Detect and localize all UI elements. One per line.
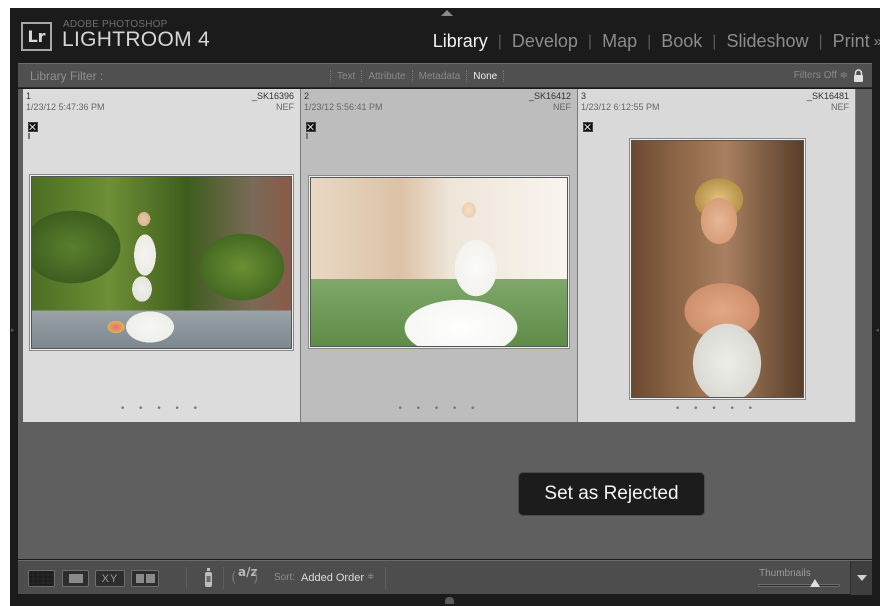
toolbar-divider bbox=[385, 567, 386, 589]
painter-spray-can-icon[interactable] bbox=[204, 568, 213, 588]
module-map[interactable]: Map bbox=[592, 31, 647, 52]
library-toolbar: XY ( a/z ) Sort: Added Order ≑ Thumbnail… bbox=[18, 560, 872, 595]
filter-tab-none[interactable]: None bbox=[467, 71, 503, 82]
capture-time: 1/23/12 5:47:36 PM bbox=[26, 102, 105, 112]
toolbar-options-chevron-icon[interactable] bbox=[850, 561, 872, 595]
module-print[interactable]: Print bbox=[823, 31, 880, 52]
file-name: _SK16412 bbox=[528, 91, 571, 101]
set-as-rejected-overlay: Set as Rejected bbox=[518, 472, 705, 516]
sort-order-dropdown[interactable]: Added Order bbox=[301, 572, 364, 584]
filmstrip-collapse-icon[interactable] bbox=[445, 597, 454, 604]
reject-flag-icon[interactable] bbox=[583, 122, 593, 132]
file-type: NEF bbox=[831, 102, 849, 112]
file-name: _SK16481 bbox=[806, 91, 849, 101]
rating-dots[interactable]: • • • • • bbox=[23, 404, 300, 414]
right-panel-expand-icon[interactable]: ◂ bbox=[875, 326, 879, 334]
reject-flag-icon[interactable] bbox=[28, 122, 38, 132]
filter-separator bbox=[503, 70, 505, 82]
sort-direction-bracket: ) bbox=[253, 570, 259, 586]
flag-marker-icon bbox=[28, 133, 30, 139]
photo-thumbnail[interactable] bbox=[310, 177, 568, 347]
thumbnail-size-slider[interactable] bbox=[758, 579, 840, 587]
rating-dots[interactable]: • • • • • bbox=[301, 404, 577, 414]
module-slideshow[interactable]: Slideshow bbox=[716, 31, 818, 52]
filter-presets-dropdown[interactable]: Filters Off ≑ bbox=[794, 70, 848, 81]
thumbnail-grid: 1 1/23/12 5:47:36 PM _SK16396 NEF • • • … bbox=[18, 89, 872, 559]
filter-tab-metadata[interactable]: Metadata bbox=[413, 71, 467, 82]
rating-dots[interactable]: • • • • • bbox=[578, 404, 855, 414]
lock-icon[interactable] bbox=[853, 69, 864, 82]
grid-view-button[interactable] bbox=[28, 570, 55, 587]
file-type: NEF bbox=[276, 102, 294, 112]
thumbnail-cell[interactable]: 3 1/23/12 6:12:55 PM _SK16481 NEF • • • … bbox=[578, 89, 856, 422]
sort-direction-icon[interactable]: a/z bbox=[238, 566, 257, 578]
cell-index: 1 bbox=[26, 91, 32, 101]
library-filter-bar: Library Filter : Text Attribute Metadata… bbox=[18, 63, 872, 88]
module-picker: Library | Develop | Map | Book | Slidesh… bbox=[423, 31, 880, 52]
toolbar-divider bbox=[186, 567, 187, 589]
lightroom-window: Lr ADOBE PHOTOSHOP LIGHTROOM 4 Library |… bbox=[10, 8, 880, 606]
cell-index: 3 bbox=[581, 91, 587, 101]
capture-time: 1/23/12 5:56:41 PM bbox=[304, 102, 383, 112]
sort-direction-bracket: ( bbox=[231, 570, 237, 586]
module-develop[interactable]: Develop bbox=[502, 31, 588, 52]
slider-handle[interactable] bbox=[810, 579, 820, 587]
file-name: _SK16396 bbox=[251, 91, 294, 101]
dropdown-arrows-icon[interactable]: ≑ bbox=[367, 572, 375, 582]
flag-marker-icon bbox=[306, 133, 308, 139]
left-panel-expand-icon[interactable]: ▸ bbox=[11, 326, 15, 334]
loupe-view-button[interactable] bbox=[62, 570, 89, 587]
module-library[interactable]: Library bbox=[423, 31, 498, 52]
survey-view-button[interactable] bbox=[131, 570, 159, 587]
filter-tab-text[interactable]: Text bbox=[331, 71, 361, 82]
photo-thumbnail[interactable] bbox=[31, 176, 292, 349]
thumbnail-cell[interactable]: 1 1/23/12 5:47:36 PM _SK16396 NEF • • • … bbox=[23, 89, 301, 422]
reject-flag-icon[interactable] bbox=[306, 122, 316, 132]
more-modules-icon[interactable]: » bbox=[874, 33, 880, 50]
cell-index: 2 bbox=[304, 91, 310, 101]
compare-view-button[interactable]: XY bbox=[95, 570, 125, 587]
sort-label: Sort: bbox=[274, 572, 296, 583]
lightroom-logo-icon: Lr bbox=[21, 22, 52, 51]
brand-title: LIGHTROOM 4 bbox=[62, 28, 210, 51]
filter-tab-attribute[interactable]: Attribute bbox=[362, 71, 411, 82]
thumbnails-size-label: Thumbnails bbox=[759, 568, 811, 579]
capture-time: 1/23/12 6:12:55 PM bbox=[581, 102, 660, 112]
module-book[interactable]: Book bbox=[651, 31, 712, 52]
photo-thumbnail[interactable] bbox=[631, 140, 804, 398]
thumbnail-cell-selected[interactable]: 2 1/23/12 5:56:41 PM _SK16412 NEF • • • … bbox=[301, 89, 578, 422]
library-filter-label: Library Filter : bbox=[30, 69, 104, 83]
filter-tabs: Text Attribute Metadata None bbox=[330, 70, 505, 82]
top-panel-collapse-icon[interactable] bbox=[441, 10, 453, 16]
toolbar-divider bbox=[223, 567, 224, 589]
file-type: NEF bbox=[553, 102, 571, 112]
